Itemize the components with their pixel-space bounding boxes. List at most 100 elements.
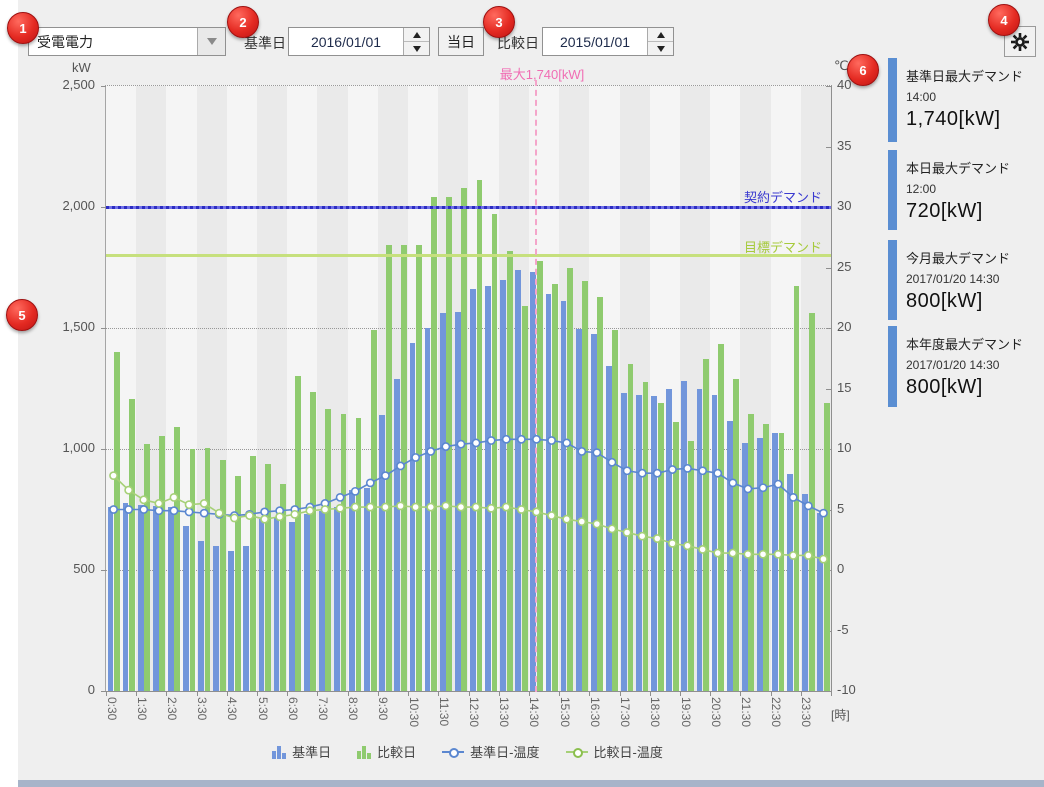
temp-point [684, 542, 691, 549]
max-demand-annotation: 最大1,740[kW] [462, 64, 622, 83]
temp-point [397, 502, 404, 509]
temp-point [125, 506, 132, 513]
x-axis-tick-label: 6:30 [286, 697, 300, 720]
temp-point [518, 436, 525, 443]
x-axis-tick [529, 691, 530, 696]
right-axis-tick-label: 0 [837, 561, 844, 576]
temp-point [125, 487, 132, 494]
legend-item-compare-temp[interactable]: 比較日-温度 [566, 742, 663, 761]
right-axis-tick [826, 691, 832, 692]
stat-time: 2017/01/20 14:30 [906, 272, 1010, 286]
temp-point [412, 454, 419, 461]
x-axis-tick [136, 691, 137, 696]
temp-point [533, 508, 540, 515]
temp-point [170, 507, 177, 514]
temp-point [306, 507, 313, 514]
x-axis-tick-label: 10:30 [407, 697, 421, 727]
stat-card-year-max: 本年度最大デマンド 2017/01/20 14:30 800[kW] [888, 326, 1040, 407]
temp-point [201, 510, 208, 517]
left-axis-tick-label: 2,000 [35, 198, 95, 213]
temp-point [367, 479, 374, 486]
x-axis-tick-label: 20:30 [709, 697, 723, 727]
temp-point [488, 437, 495, 444]
temp-point [140, 496, 147, 503]
spin-down-button[interactable] [404, 42, 429, 55]
stat-value: 800[kW] [906, 376, 1023, 399]
spin-up-button[interactable] [404, 28, 429, 42]
x-axis-tick-label: 7:30 [316, 697, 330, 720]
chart-plot-area[interactable] [105, 85, 832, 692]
temp-point [759, 484, 766, 491]
x-axis-tick [771, 691, 772, 696]
callout-badge-3: 3 [483, 6, 515, 38]
compare-date-input[interactable]: 2015/01/01 [542, 27, 674, 56]
x-axis-tick-label: 1:30 [135, 697, 149, 720]
temp-point [110, 506, 117, 513]
temp-point [744, 485, 751, 492]
spin-down-button[interactable] [648, 42, 673, 55]
temp-point [654, 535, 661, 542]
temp-point [110, 472, 117, 479]
base-date-input[interactable]: 2016/01/01 [288, 27, 430, 56]
x-axis-tick [589, 691, 590, 696]
right-axis-tick-label: 10 [837, 440, 851, 455]
temp-point [639, 533, 646, 540]
x-axis-tick-label: 0:30 [105, 697, 119, 720]
measurement-select[interactable]: 受電電力 [28, 27, 226, 56]
left-axis-tick-label: 2,500 [35, 77, 95, 92]
stat-value: 800[kW] [906, 290, 1010, 313]
right-axis-tick-label: 20 [837, 319, 851, 334]
x-axis-tick [710, 691, 711, 696]
temp-point [261, 508, 268, 515]
left-axis-tick [101, 691, 106, 692]
temp-point [382, 472, 389, 479]
dropdown-button[interactable] [197, 28, 225, 55]
x-axis-tick-label: 15:30 [558, 697, 572, 727]
x-axis-tick [499, 691, 500, 696]
temp-point [714, 470, 721, 477]
left-axis-tick-label: 1,500 [35, 319, 95, 334]
today-button[interactable]: 当日 [438, 27, 484, 56]
temp-point [488, 505, 495, 512]
temp-point [352, 488, 359, 495]
temp-point [261, 516, 268, 523]
base-date-spinner [403, 28, 429, 55]
temp-point [533, 436, 540, 443]
gear-icon [1009, 31, 1031, 53]
stat-time: 2017/01/20 14:30 [906, 358, 1023, 372]
x-axis-tick-label: 19:30 [679, 697, 693, 727]
temp-point [518, 506, 525, 513]
stat-title: 本日最大デマンド [906, 158, 1010, 177]
line-series-icon [566, 746, 588, 758]
footer-bar [18, 780, 1044, 787]
temp-point [759, 551, 766, 558]
x-axis-tick-label: 23:30 [799, 697, 813, 727]
compare-date-spinner [647, 28, 673, 55]
legend-item-base-temp[interactable]: 基準日-温度 [442, 742, 539, 761]
x-axis-tick-label: 3:30 [195, 697, 209, 720]
x-axis-tick-label: 18:30 [648, 697, 662, 727]
temp-point [548, 512, 555, 519]
temp-point [639, 470, 646, 477]
triangle-up-icon [413, 32, 421, 38]
x-axis-tick [106, 691, 107, 696]
temp-point [291, 511, 298, 518]
temp-point [321, 506, 328, 513]
legend-item-compare[interactable]: 比較日 [357, 742, 416, 761]
stat-accent-bar [888, 150, 897, 230]
x-axis-tick-label: 22:30 [769, 697, 783, 727]
temp-point [699, 467, 706, 474]
stat-title: 本年度最大デマンド [906, 334, 1023, 353]
compare-date-value: 2015/01/01 [543, 28, 647, 55]
temp-point [246, 512, 253, 519]
x-axis-tick-label: 5:30 [256, 697, 270, 720]
x-axis-tick-label: 13:30 [497, 697, 511, 727]
x-axis-tick [620, 691, 621, 696]
spin-up-button[interactable] [648, 28, 673, 42]
stat-accent-bar [888, 240, 897, 320]
right-axis-tick-label: 15 [837, 380, 851, 395]
temp-point [623, 529, 630, 536]
temp-point [714, 549, 721, 556]
stat-title: 基準日最大デマンド [906, 66, 1023, 85]
legend-item-base[interactable]: 基準日 [272, 742, 331, 761]
